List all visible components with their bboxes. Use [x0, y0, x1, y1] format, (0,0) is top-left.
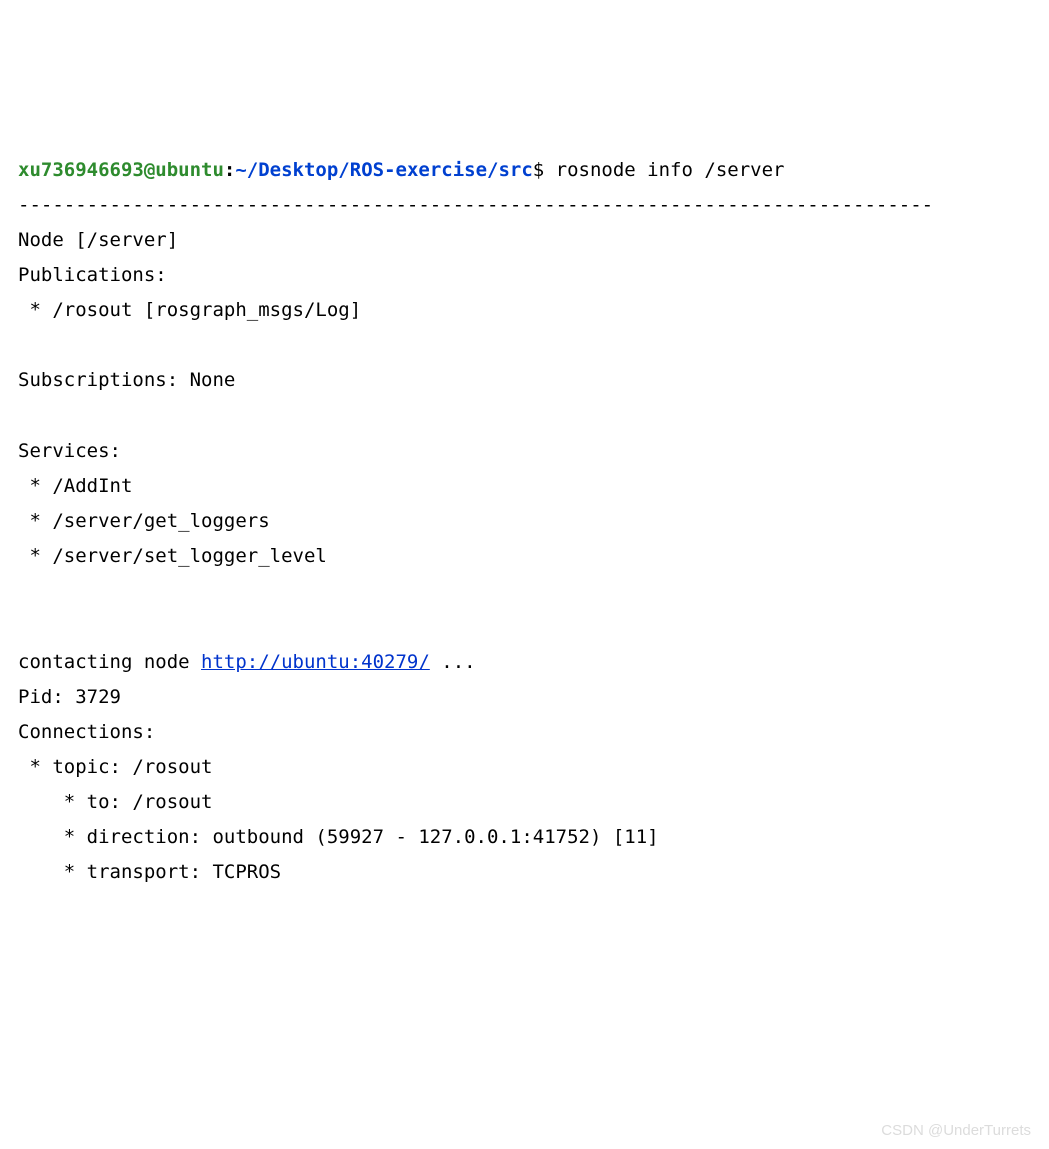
connection-line: * transport: TCPROS — [18, 861, 281, 883]
separator-line: ----------------------------------------… — [18, 194, 933, 216]
connection-line: * topic: /rosout — [18, 756, 212, 778]
service-item: * /server/set_logger_level — [18, 545, 327, 567]
connections-header: Connections: — [18, 721, 155, 743]
node-url-link[interactable]: http://ubuntu:40279/ — [201, 651, 430, 673]
services-header: Services: — [18, 440, 132, 462]
watermark: CSDN @UnderTurrets — [881, 1117, 1031, 1145]
prompt-colon: : — [224, 159, 235, 181]
publication-item: * /rosout [rosgraph_msgs/Log] — [18, 299, 361, 321]
terminal-output: xu736946693@ubuntu:~/Desktop/ROS-exercis… — [18, 153, 1031, 891]
prompt-dollar: $ — [533, 159, 556, 181]
publications-header: Publications: — [18, 264, 178, 286]
pid-line: Pid: 3729 — [18, 686, 121, 708]
node-line: Node [/server] — [18, 229, 178, 251]
service-item: * /AddInt — [18, 475, 132, 497]
connection-line: * direction: outbound (59927 - 127.0.0.1… — [18, 826, 659, 848]
service-item: * /server/get_loggers — [18, 510, 270, 532]
prompt-path: ~/Desktop/ROS-exercise/src — [235, 159, 532, 181]
command-text: rosnode info /server — [556, 159, 785, 181]
subscriptions-line: Subscriptions: None — [18, 369, 235, 391]
prompt-user: xu736946693@ubuntu — [18, 159, 224, 181]
contacting-suffix: ... — [430, 651, 476, 673]
connection-line: * to: /rosout — [18, 791, 212, 813]
contacting-prefix: contacting node — [18, 651, 201, 673]
